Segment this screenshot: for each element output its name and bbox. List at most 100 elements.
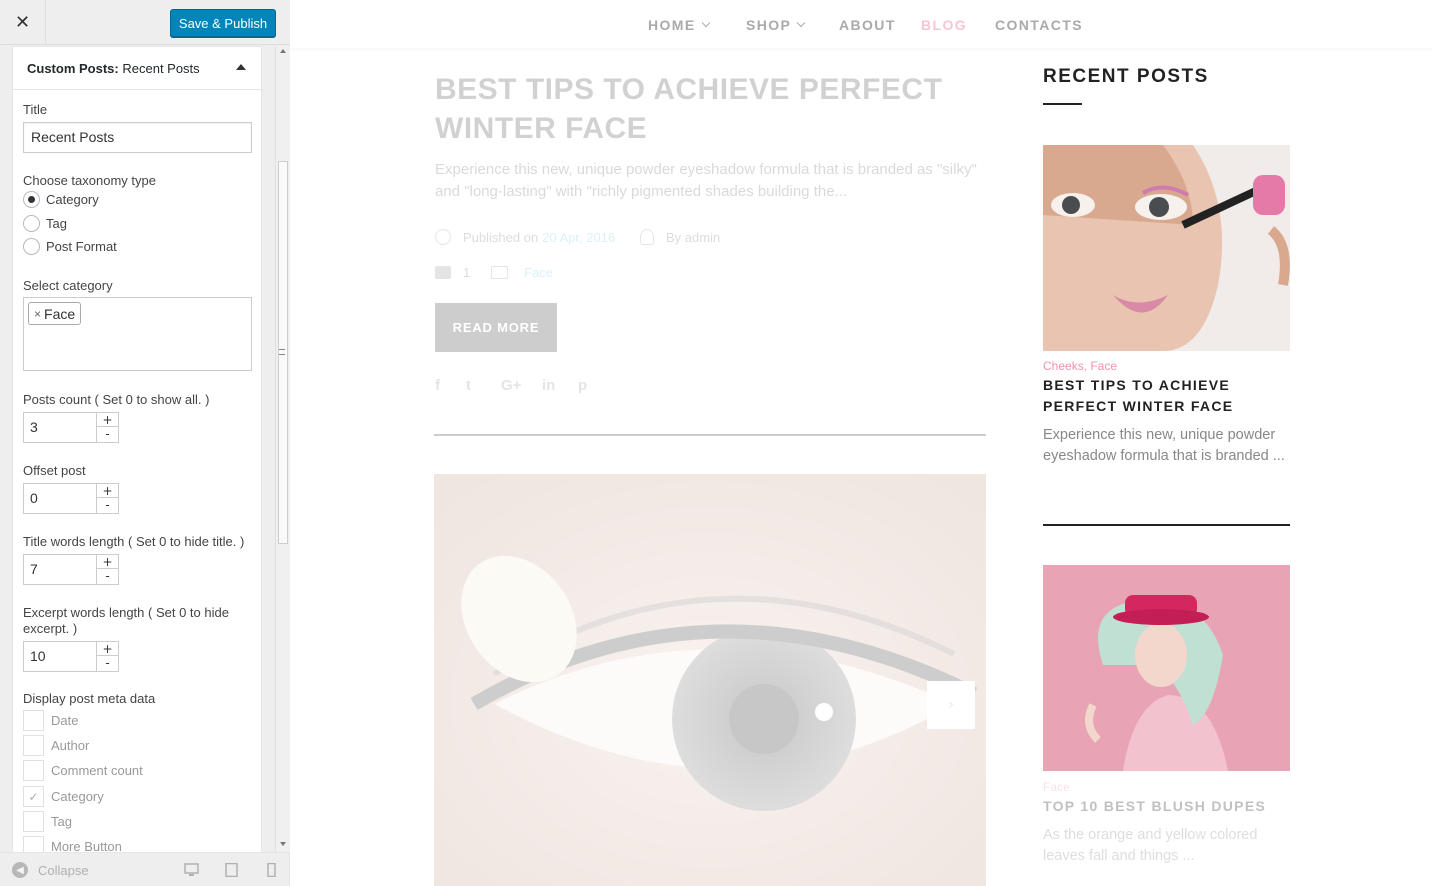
excerpt-words-stepper[interactable]: 10 + - [23,641,119,672]
customizer-scrollbar[interactable] [275,46,290,852]
posts-count-value[interactable]: 3 [30,419,38,435]
posts-count-stepper[interactable]: 3 + - [23,412,119,443]
category-tag-label: Face [44,305,76,322]
desktop-preview-icon[interactable] [184,863,199,877]
radio-label: Category [46,192,99,207]
recent-post-title[interactable]: BEST TIPS TO ACHIEVE PERFECT WINTER FACE [1043,375,1293,417]
collapse-label: Collapse [38,862,89,878]
collapse-arrow-icon[interactable] [236,64,246,70]
read-more-button[interactable]: READ MORE [435,303,557,352]
recent-post-image[interactable] [1043,145,1290,351]
category-multiselect[interactable]: × Face [23,297,252,371]
close-icon[interactable]: ✕ [0,0,46,45]
radio-category[interactable]: Category [23,191,99,208]
increment-button[interactable]: + [97,642,118,656]
checkbox-category[interactable]: ✓ Category [23,786,104,807]
scroll-up-icon[interactable] [280,49,286,53]
title-input[interactable]: Recent Posts [23,122,252,153]
google-plus-icon[interactable]: G+ [501,377,521,394]
title-underline [1043,103,1082,105]
checkbox[interactable] [23,836,44,852]
chevron-down-icon [797,18,806,28]
slider-next-button[interactable]: › [927,681,975,729]
save-publish-button[interactable]: Save & Publish [170,9,276,37]
nav-shop-label: SHOP [746,17,792,33]
widget-panel: Custom Posts: Recent Posts Title Recent … [12,46,262,852]
remove-tag-icon[interactable]: × [34,307,41,321]
clock-icon [435,229,451,245]
recent-post-title[interactable]: TOP 10 BEST BLUSH DUPES [1043,796,1293,817]
post-comments-meta: 1 [435,265,470,280]
radio-label: Post Format [46,239,117,254]
nav-home-label: HOME [648,17,696,33]
taxonomy-label: Choose taxonomy type [23,173,156,188]
radio-tag[interactable]: Tag [23,215,67,232]
author-label[interactable]: By admin [666,230,720,245]
comment-count[interactable]: 1 [463,265,470,280]
decrement-button[interactable]: - [97,427,118,441]
recent-post-categories[interactable]: Face [1043,780,1070,794]
title-label: Title [23,102,48,117]
tablet-preview-icon[interactable] [224,863,239,877]
nav-shop[interactable]: SHOP [746,17,806,33]
decrement-button[interactable]: - [97,656,118,670]
post-title[interactable]: BEST TIPS TO ACHIEVE PERFECT WINTER FACE [435,70,995,148]
customizer-panel: ✕ Save & Publish Custom Posts: Recent Po… [0,0,290,886]
increment-button[interactable]: + [97,413,118,427]
excerpt-words-value[interactable]: 10 [30,648,46,664]
checkbox-more-button[interactable]: More Button [23,836,122,852]
checkbox-comment-count[interactable]: Comment count [23,760,143,781]
site-preview: HOME SHOP ABOUT BLOG CONTACTS BEST TIPS … [291,0,1433,886]
nav-about[interactable]: ABOUT [839,17,896,33]
scroll-down-icon[interactable] [280,842,286,846]
post-category-meta: Face [491,265,553,280]
category-tag[interactable]: × Face [28,302,82,325]
published-date-link[interactable]: 20 Apr, 2016 [542,230,615,245]
post-excerpt: Experience this new, unique powder eyesh… [435,161,977,200]
radio-post-format[interactable]: Post Format [23,238,117,255]
checkbox-date[interactable]: Date [23,710,78,731]
radio-dot[interactable] [23,238,40,255]
radio-dot[interactable] [23,191,40,208]
linkedin-icon[interactable]: in [542,377,555,394]
recent-post-categories[interactable]: Cheeks, Face [1043,359,1117,373]
facebook-icon[interactable]: f [435,377,440,394]
checkbox-label: Category [51,789,104,804]
mobile-preview-icon[interactable] [264,863,279,877]
checkbox-label: Date [51,713,79,728]
collapse-button[interactable]: ◀ Collapse [12,862,89,878]
nav-home[interactable]: HOME [648,17,710,33]
increment-button[interactable]: + [97,555,118,569]
checkbox[interactable] [23,735,44,756]
widget-header[interactable]: Custom Posts: Recent Posts [13,47,261,90]
offset-value[interactable]: 0 [30,490,38,506]
twitter-icon[interactable]: t [466,377,471,394]
radio-dot[interactable] [23,215,40,232]
checkbox-tag[interactable]: Tag [23,811,72,832]
offset-stepper[interactable]: 0 + - [23,483,119,514]
decrement-button[interactable]: - [97,569,118,583]
nav-contacts[interactable]: CONTACTS [995,17,1083,33]
category-link[interactable]: Face [524,265,553,280]
title-words-value[interactable]: 7 [30,561,38,577]
checkbox[interactable] [23,710,44,731]
recent-post-excerpt: Experience this new, unique powder eyesh… [1043,427,1285,464]
comment-icon [435,266,451,279]
post-featured-image[interactable] [434,474,986,886]
checkbox[interactable] [23,811,44,832]
title-words-stepper[interactable]: 7 + - [23,554,119,585]
checkbox-author[interactable]: Author [23,735,89,756]
checkbox-label: More Button [51,839,122,852]
increment-button[interactable]: + [97,484,118,498]
pinterest-icon[interactable]: p [578,377,587,394]
collapse-icon: ◀ [12,862,28,878]
checkbox[interactable] [23,760,44,781]
user-icon [640,229,654,245]
recent-post-image[interactable] [1043,565,1290,771]
checkmark-icon[interactable]: ✓ [23,786,44,807]
decrement-button[interactable]: - [97,498,118,512]
widget-type-label: Custom Posts: [27,60,119,76]
recent-post-divider [1043,524,1290,526]
nav-blog[interactable]: BLOG [921,17,967,33]
chevron-down-icon [701,18,710,28]
